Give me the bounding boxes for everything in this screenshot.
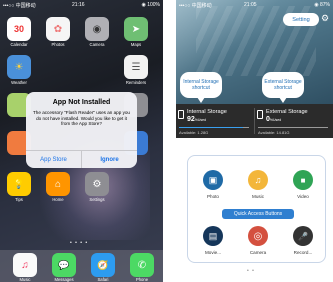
app-weather-icon[interactable]: ☀ [7, 55, 31, 79]
quick-access-callout: Quick Access Buttons [222, 209, 294, 219]
app-settings-icon[interactable]: ⚙ [85, 172, 109, 196]
battery-indicator: ◉ 100% [141, 2, 160, 8]
internal-storage-percent: 92%Used [187, 116, 206, 123]
sd-card-icon [257, 110, 263, 119]
app-safari-icon[interactable]: 🧭 [91, 253, 115, 277]
internal-storage-title: Internal Storage [187, 109, 227, 115]
clock: 21:05 [244, 2, 257, 8]
movie-label: Movie... [204, 250, 222, 255]
phone-icon [178, 110, 184, 119]
app-label-weather: Weather [11, 80, 27, 85]
app-label-camera: Camera [89, 42, 105, 47]
camera-icon: ◎ [253, 230, 263, 242]
app-photos-icon[interactable]: ✿ [46, 17, 70, 41]
clock: 21:16 [72, 2, 85, 8]
clapperboard-icon: ▤ [208, 230, 218, 241]
photo-button[interactable]: ▣ [203, 170, 223, 190]
storage-summary: Internal Storage 92%Used Available: 1.28… [176, 104, 333, 138]
app-home-icon[interactable]: ⌂ [46, 172, 70, 196]
app-label-safari: Safari [97, 277, 109, 282]
internal-storage-unit: %Used [194, 118, 207, 122]
app-label-maps: Maps [130, 42, 142, 47]
photo-label: Photo [206, 194, 219, 199]
app-label-settings: Settings [89, 197, 105, 202]
app-label-music: Music [19, 277, 31, 282]
record-label: Record... [293, 250, 313, 255]
app-phone-icon[interactable]: ✆ [130, 253, 154, 277]
camera-label: Camera [249, 250, 267, 255]
movie-button[interactable]: ▤ [203, 226, 223, 246]
flash-reader-app-screen: •••○○ 中国移动 21:05 ◉ 87% Setting ⚙ Interna… [176, 0, 333, 282]
video-button[interactable]: ■ [293, 170, 313, 190]
app-label-reminders: Reminders [125, 80, 147, 85]
status-bar: •••○○ 中国移动 21:05 ◉ 87% [176, 0, 333, 10]
carrier-label: •••○○ 中国移动 [179, 3, 212, 9]
carrier-label: •••○○ 中国移动 [3, 3, 36, 9]
app-tips-icon[interactable]: 💡 [7, 172, 31, 196]
battery-indicator: ◉ 87% [314, 2, 330, 8]
music-label: Music [252, 194, 264, 199]
callout-pointer [197, 97, 205, 103]
external-storage-callout: External Storage shortcut [262, 72, 304, 98]
alert-title: App Not Installed [52, 99, 111, 106]
app-store-button[interactable]: App Store [26, 151, 81, 168]
internal-storage-available: Available: 1.28G [179, 130, 209, 135]
setting-callout: Setting [283, 13, 319, 26]
ios-home-screen: •••○○ 中国移动 21:16 ◉ 100% 30 Calendar ✿ Ph… [0, 0, 163, 282]
camera-button[interactable]: ◎ [248, 226, 268, 246]
record-button[interactable]: 🎤 [293, 226, 313, 246]
app-not-installed-alert: App Not Installed The accessory "Flash R… [26, 92, 137, 168]
app-maps-icon[interactable]: ➤ [124, 17, 148, 41]
app-label-calendar: Calendar [10, 42, 28, 47]
page-indicator: • • [247, 268, 255, 274]
app-label-messages: Messages [54, 277, 74, 282]
app-messages-icon[interactable]: 💬 [52, 253, 76, 277]
alert-buttons: App Store Ignore [26, 150, 137, 168]
page-indicator: • • • • [70, 240, 89, 246]
ignore-button[interactable]: Ignore [81, 151, 137, 168]
internal-storage-shortcut[interactable]: Internal Storage 92%Used Available: 1.28… [176, 104, 254, 138]
alert-message: The accessory "Flash Reader" uses an app… [33, 110, 130, 127]
video-icon: ■ [300, 175, 306, 185]
external-storage-percent: 0%Used [266, 116, 281, 123]
video-label: Video [297, 194, 309, 199]
callout-pointer [279, 97, 287, 103]
app-music-icon[interactable]: ♫ [13, 253, 37, 277]
gear-icon[interactable]: ⚙ [321, 13, 331, 23]
app-label-phone: Phone [135, 277, 149, 282]
internal-storage-bar [179, 127, 249, 128]
music-icon: ♫ [254, 175, 262, 185]
microphone-icon: 🎤 [298, 231, 308, 241]
external-storage-shortcut[interactable]: External Storage 0%Used Available: 14.81… [255, 104, 333, 138]
app-calendar-icon[interactable]: 30 [7, 17, 31, 41]
app-label-tips: Tips [15, 197, 23, 202]
external-storage-unit: %Used [269, 118, 282, 122]
internal-storage-fill [179, 127, 244, 128]
external-storage-available: Available: 14.81G [258, 130, 290, 135]
app-label-photos: Photos [51, 42, 65, 47]
app-reminders-icon[interactable]: ☰ [124, 55, 148, 79]
photo-icon: ▣ [208, 174, 218, 185]
internal-storage-value: 92 [187, 116, 195, 123]
status-bar: •••○○ 中国移动 21:16 ◉ 100% [0, 0, 163, 10]
external-storage-title: External Storage [266, 109, 308, 115]
music-button[interactable]: ♫ [248, 170, 268, 190]
dock: ♫ Music 💬 Messages 🧭 Safari ✆ Phone [0, 250, 163, 282]
app-label-home: Home [52, 197, 64, 202]
external-storage-bar [258, 127, 328, 128]
app-camera-icon[interactable]: ◉ [85, 17, 109, 41]
internal-storage-callout: Internal Storage shortcut [180, 72, 222, 98]
quick-access-panel: ▣ Photo ♫ Music ■ Video Quick Access But… [187, 155, 326, 263]
